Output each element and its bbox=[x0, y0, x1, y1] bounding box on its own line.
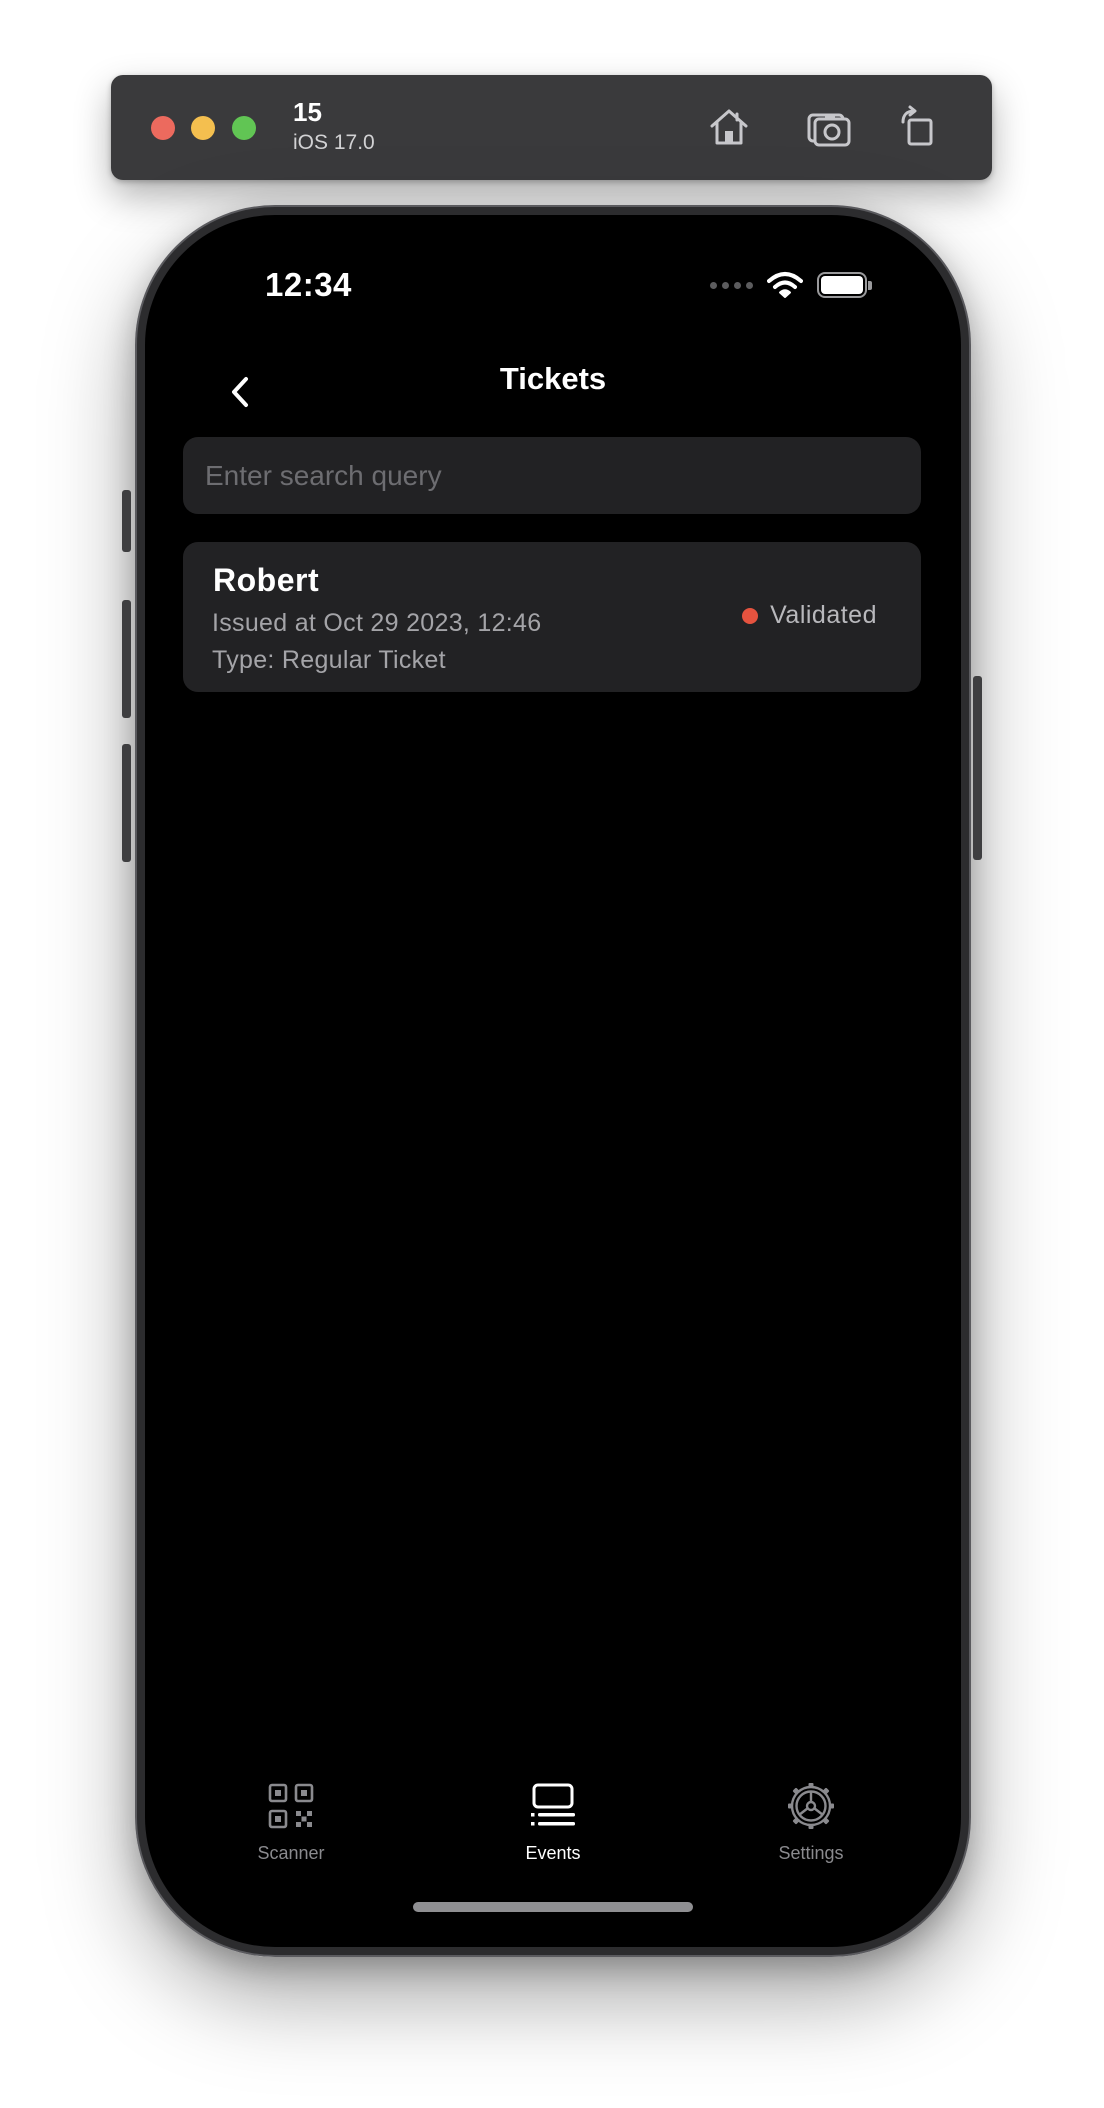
tab-settings[interactable]: Settings bbox=[731, 1781, 891, 1864]
camera-icon bbox=[807, 113, 851, 147]
volume-up-button bbox=[122, 600, 131, 718]
search-field[interactable] bbox=[183, 437, 921, 514]
home-button[interactable] bbox=[705, 103, 753, 151]
ticket-status-label: Validated bbox=[770, 601, 877, 629]
status-bar-icons bbox=[710, 271, 873, 299]
cellular-signal-icon bbox=[710, 281, 753, 289]
home-indicator[interactable] bbox=[413, 1902, 693, 1912]
simulator-os-version: iOS 17.0 bbox=[293, 131, 375, 154]
screenshot-stage: 15 iOS 17.0 12:34 Tickets Enter search q… bbox=[0, 0, 1104, 2108]
minimize-window-button[interactable] bbox=[191, 116, 215, 140]
wifi-icon bbox=[767, 271, 803, 299]
close-window-button[interactable] bbox=[151, 116, 175, 140]
tab-events-label: Events bbox=[525, 1843, 581, 1863]
rotate-icon bbox=[901, 105, 933, 146]
volume-down-button bbox=[122, 744, 131, 862]
battery-icon bbox=[817, 272, 873, 298]
search-input[interactable] bbox=[183, 437, 921, 514]
tab-settings-label: Settings bbox=[778, 1843, 844, 1863]
ticket-holder-name: Robert bbox=[213, 562, 320, 598]
qr-code-icon bbox=[268, 1783, 314, 1829]
silent-switch bbox=[122, 490, 131, 552]
gear-icon bbox=[788, 1783, 834, 1829]
house-icon bbox=[710, 109, 748, 145]
simulator-device-name: 15 bbox=[293, 97, 322, 127]
device-screen: 12:34 Tickets Enter search query Robert … bbox=[145, 215, 961, 1947]
tab-scanner[interactable]: Scanner bbox=[211, 1781, 371, 1864]
list-icon bbox=[531, 1783, 575, 1826]
ticket-type: Type: Regular Ticket bbox=[212, 646, 446, 674]
ticket-issued-date: Issued at Oct 29 2023, 12:46 bbox=[212, 609, 542, 637]
status-dot-icon bbox=[742, 607, 759, 624]
ticket-status: Validated bbox=[742, 601, 877, 630]
status-bar-time: 12:34 bbox=[265, 266, 352, 303]
power-button bbox=[973, 676, 982, 860]
zoom-window-button[interactable] bbox=[232, 116, 256, 140]
screenshot-button[interactable] bbox=[805, 103, 853, 151]
ticket-card[interactable]: Robert Issued at Oct 29 2023, 12:46 Type… bbox=[183, 542, 921, 692]
rotate-button[interactable] bbox=[894, 103, 942, 151]
tab-events[interactable]: Events bbox=[473, 1781, 633, 1864]
tab-scanner-label: Scanner bbox=[257, 1843, 325, 1863]
simulator-toolbar: 15 iOS 17.0 bbox=[111, 75, 992, 180]
page-title: Tickets bbox=[499, 361, 607, 396]
